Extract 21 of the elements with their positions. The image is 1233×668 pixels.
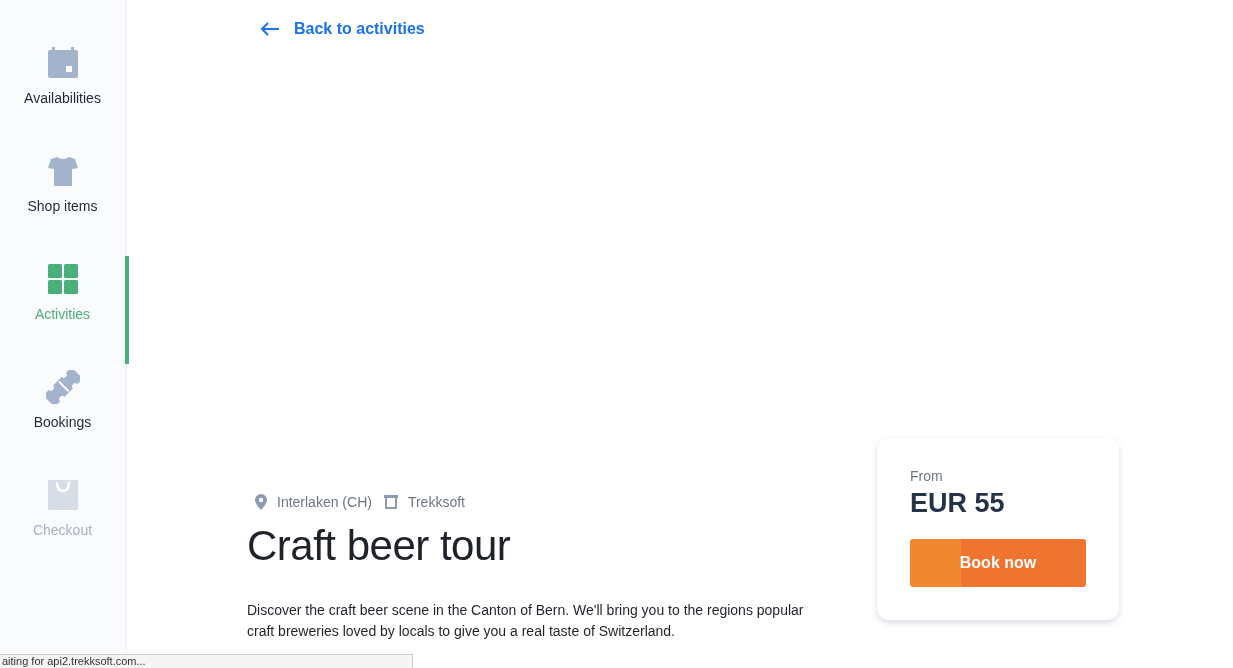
location-pin-icon [255,494,267,510]
status-bar: aiting for api2.trekksoft.com... [0,654,413,668]
price-text: EUR 55 [910,488,1006,519]
operator-text: Trekksoft [407,494,465,510]
sidebar-item[interactable]: Bookings [0,364,129,472]
ticket-icon [45,370,80,404]
sidebar-item[interactable]: Activities [0,256,129,364]
location-text: Interlaken (CH) [277,494,372,510]
activity-description: Discover the craft beer scene in the Canton of Bern. We'll bring you to the regions popular craft breweries loved by locals to give you a real taste of Switzerland. [247,601,805,641]
shopping-bag-icon [45,478,80,512]
t-shirt-icon [45,154,80,188]
calendar-icon [45,46,80,80]
price-label: From [910,468,944,484]
back-link[interactable]: Back to activities [260,20,425,38]
store-icon [383,495,398,509]
sidebar-item[interactable]: Availabilities [0,40,129,148]
activity-title: Craft beer tour [247,522,512,570]
grid-icon [45,262,80,296]
arrow-left-icon [260,22,280,36]
sidebar-item[interactable]: Shop items [0,148,129,256]
book-now-button[interactable]: Book now [910,539,1086,587]
